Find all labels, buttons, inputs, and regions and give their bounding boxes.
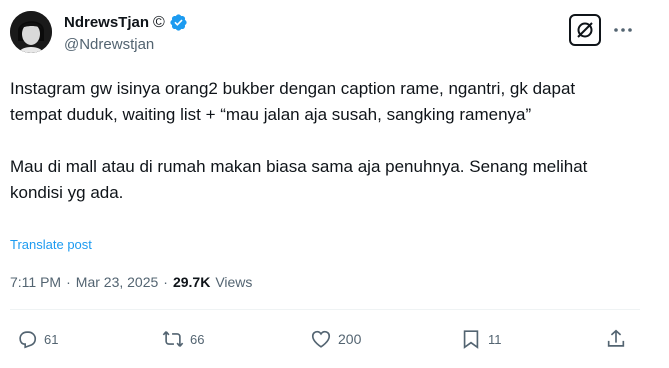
translate-post-link[interactable]: Translate post bbox=[10, 237, 92, 252]
views-label: Views bbox=[215, 274, 253, 290]
tweet-date[interactable]: Mar 23, 2025 bbox=[76, 274, 159, 290]
repost-button[interactable]: 66 bbox=[162, 322, 204, 356]
more-button[interactable] bbox=[611, 18, 635, 42]
share-button[interactable] bbox=[605, 322, 627, 356]
heart-icon bbox=[311, 330, 331, 348]
repost-icon bbox=[162, 331, 184, 347]
tweet: NdrewsTjan © @Ndrewstjan Instagram gw is… bbox=[0, 0, 669, 368]
grok-icon bbox=[577, 22, 593, 38]
reply-button[interactable]: 61 bbox=[16, 322, 58, 356]
author-handle[interactable]: @Ndrewstjan bbox=[64, 36, 154, 53]
like-count: 200 bbox=[338, 331, 362, 347]
author-name-row[interactable]: NdrewsTjan © bbox=[64, 13, 188, 32]
bookmark-icon bbox=[463, 330, 479, 349]
views-count: 29.7K bbox=[172, 274, 211, 290]
tweet-meta: 7:11 PM · Mar 23, 2025 · 29.7K Views bbox=[10, 274, 252, 290]
like-button[interactable]: 200 bbox=[310, 322, 361, 356]
share-icon bbox=[607, 329, 625, 347]
meta-separator: · bbox=[66, 274, 71, 290]
display-name[interactable]: NdrewsTjan bbox=[64, 14, 149, 31]
grok-button[interactable] bbox=[569, 14, 601, 46]
meta-separator: · bbox=[163, 274, 168, 290]
verified-badge-icon bbox=[169, 13, 188, 32]
tweet-text: Instagram gw isinya orang2 bukber dengan… bbox=[10, 79, 588, 202]
name-suffix-glyph: © bbox=[153, 13, 165, 31]
reply-icon bbox=[19, 331, 37, 349]
bookmark-count: 11 bbox=[488, 331, 502, 347]
tweet-time[interactable]: 7:11 PM bbox=[10, 274, 61, 290]
avatar[interactable] bbox=[10, 11, 52, 53]
repost-count: 66 bbox=[190, 331, 205, 347]
more-icon bbox=[614, 28, 632, 32]
bookmark-button[interactable]: 11 bbox=[460, 322, 502, 356]
action-bar: 61 66 200 11 bbox=[0, 322, 669, 356]
reply-count: 61 bbox=[44, 331, 59, 347]
divider bbox=[10, 309, 640, 310]
